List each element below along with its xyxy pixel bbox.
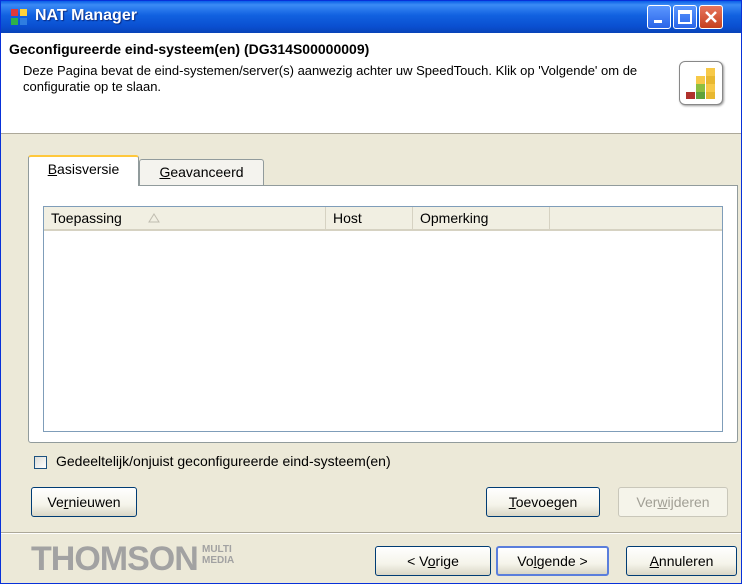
tab-basisversie-label: asisversie (57, 161, 120, 177)
partial-config-checkbox[interactable] (34, 456, 47, 469)
column-header-host[interactable]: Host (326, 207, 413, 229)
minimize-icon (654, 20, 662, 23)
maximize-button[interactable] (673, 5, 697, 29)
page-title: Geconfigureerde eind-systeem(en) (DG314S… (9, 41, 370, 57)
sort-ascending-icon (148, 213, 160, 223)
page-description: Deze Pagina bevat de eind-systemen/serve… (23, 63, 638, 94)
thomson-logo: THOMSON MULTI MEDIA (31, 541, 241, 577)
nat-manager-window: NAT Manager Geconfigureerde eind-systeem… (0, 0, 742, 584)
refresh-button[interactable]: Vernieuwen (31, 487, 137, 517)
partial-config-checkbox-label: Gedeeltelijk/onjuist geconfigureerde ein… (56, 453, 391, 469)
tab-geavanceerd-mnemonic: G (159, 164, 171, 180)
minimize-button[interactable] (647, 5, 671, 29)
window-title: NAT Manager (35, 7, 137, 24)
column-header-empty (550, 207, 722, 229)
tab-geavanceerd[interactable]: Geavanceerd (139, 159, 264, 185)
thomson-logo-subtext: MULTI MEDIA (202, 544, 235, 566)
remove-button[interactable]: Verwijderen (618, 487, 728, 517)
tab-geavanceerd-label: eavanceerd (170, 164, 244, 180)
tab-panel-basisversie: Toepassing Host Opmerking (28, 185, 738, 443)
cancel-button[interactable]: Annuleren (626, 546, 737, 576)
list-header: Toepassing Host Opmerking (44, 207, 722, 231)
maximize-icon (678, 10, 692, 24)
list-body[interactable] (44, 231, 722, 431)
close-button[interactable] (699, 5, 723, 29)
tab-basisversie-mnemonic: B (47, 161, 58, 177)
wizard-header: Geconfigureerde eind-systeem(en) (DG314S… (1, 33, 741, 134)
tab-basisversie[interactable]: Basisversie (28, 155, 139, 186)
nat-manager-app-icon (11, 9, 27, 25)
title-bar[interactable]: NAT Manager (1, 1, 741, 33)
wizard-header-logo (679, 61, 723, 105)
column-header-toepassing[interactable]: Toepassing (44, 207, 326, 229)
thomson-logo-text: THOMSON (31, 540, 199, 578)
add-button[interactable]: Toevoegen (486, 487, 600, 517)
previous-button[interactable]: < Vorige (375, 546, 491, 576)
end-systems-list[interactable]: Toepassing Host Opmerking (43, 206, 723, 432)
close-icon (705, 11, 717, 23)
next-button[interactable]: Volgende > (496, 546, 609, 576)
footer-divider (1, 532, 741, 534)
column-header-opmerking[interactable]: Opmerking (413, 207, 550, 229)
network-blocks-icon (686, 68, 715, 99)
